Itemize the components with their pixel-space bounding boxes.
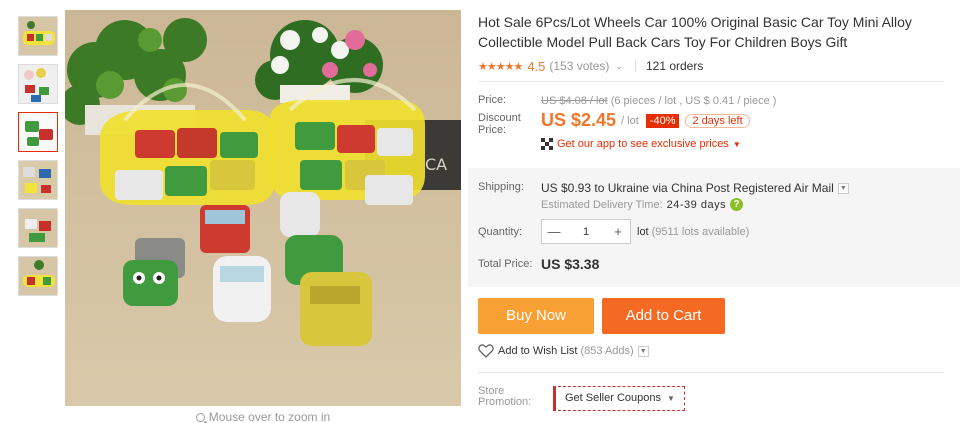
discount-badge: -40% [645,113,680,128]
caret-down-icon: ▼ [667,394,675,403]
product-info: Hot Sale 6Pcs/Lot Wheels Car 100% Origin… [478,12,948,75]
orders-count: 121 orders [645,59,704,73]
total-price-label: Total Price: [478,258,533,270]
discount-price: US $2.45 / lot -40% 2 days left [541,110,750,131]
thumbnail-6[interactable] [18,256,58,296]
add-to-cart-button[interactable]: Add to Cart [602,298,725,334]
add-to-wishlist-link[interactable]: Add to Wish List (853 Adds) ▼ [478,344,649,358]
seller-coupons-label: Get Seller Coupons [565,392,661,404]
shipping-value[interactable]: US $0.93 to Ukraine via China Post Regis… [541,181,849,195]
delivery-time: Estimated Delivery Time: 24-39 days ? [541,198,744,211]
original-price-value: US $4.08 / lot [541,95,608,107]
chevron-down-icon[interactable]: ⌄ [615,61,623,72]
app-promo-text: Get our app to see exclusive prices [557,138,729,150]
discount-price-value: US $2.45 [541,110,617,130]
votes-count[interactable]: (153 votes) [549,59,609,73]
thumbnail-5[interactable] [18,208,58,248]
buy-now-button[interactable]: Buy Now [478,298,594,334]
caret-down-icon: ▼ [732,139,741,149]
quantity-label: Quantity: [478,226,523,238]
thumbnail-2[interactable] [18,64,58,104]
rating-value: 4.5 [527,58,546,74]
thumbnail-strip [18,16,60,304]
help-icon[interactable]: ? [730,198,744,211]
thumbnail-4[interactable] [18,160,58,200]
divider [478,372,944,373]
divider [478,81,944,82]
divider [634,60,636,72]
magnifier-icon [195,413,205,422]
quantity-available: (9511 lots available) [651,226,750,238]
total-price-value: US $3.38 [541,256,600,272]
zoom-hint: Mouse over to zoom in [65,410,461,423]
wishlist-count: (853 Adds) [580,345,634,357]
heart-icon [478,344,494,358]
quantity-decrease-button[interactable]: — [542,224,566,239]
seller-coupons-button[interactable]: Get Seller Coupons ▼ [553,386,685,411]
rating-row: ★★★★★ 4.5 (153 votes) ⌄ 121 orders [478,57,948,75]
svg-text:CA: CA [425,155,447,174]
main-product-image[interactable]: CA [65,10,461,406]
days-left-badge: 2 days left [685,113,750,128]
star-rating-icon: ★★★★★ [478,60,523,73]
qr-code-icon [541,138,553,150]
chevron-down-icon[interactable]: ▼ [637,345,649,357]
original-price: US $4.08 / lot (6 pieces / lot , US $ 0.… [541,95,776,107]
discount-price-label: Discount Price: [478,112,521,136]
delivery-days: 24-39 days [666,198,727,211]
discount-price-unit: / lot [621,114,639,127]
app-promo-link[interactable]: Get our app to see exclusive prices ▼ [541,138,741,150]
shipping-value-text: US $0.93 to Ukraine via China Post Regis… [541,181,834,195]
quantity-unit: lot [637,226,649,238]
quantity-input[interactable]: 1 [566,226,606,238]
product-title: Hot Sale 6Pcs/Lot Wheels Car 100% Origin… [478,14,912,50]
chevron-down-icon[interactable]: ▼ [837,182,849,194]
thumbnail-3[interactable] [18,112,58,152]
quantity-stepper: — 1 + [541,219,631,244]
delivery-label: Estimated Delivery Time: [541,198,663,211]
shipping-label: Shipping: [478,181,524,193]
original-price-note: (6 pieces / lot , US $ 0.41 / piece ) [610,95,777,107]
wishlist-label: Add to Wish List [498,345,578,357]
quantity-note: lot (9511 lots available) [637,226,749,238]
price-label: Price: [478,94,507,106]
store-promotion-label: Store Promotion: [478,385,532,408]
zoom-hint-text: Mouse over to zoom in [208,410,331,423]
thumbnail-1[interactable] [18,16,58,56]
quantity-increase-button[interactable]: + [606,224,630,239]
